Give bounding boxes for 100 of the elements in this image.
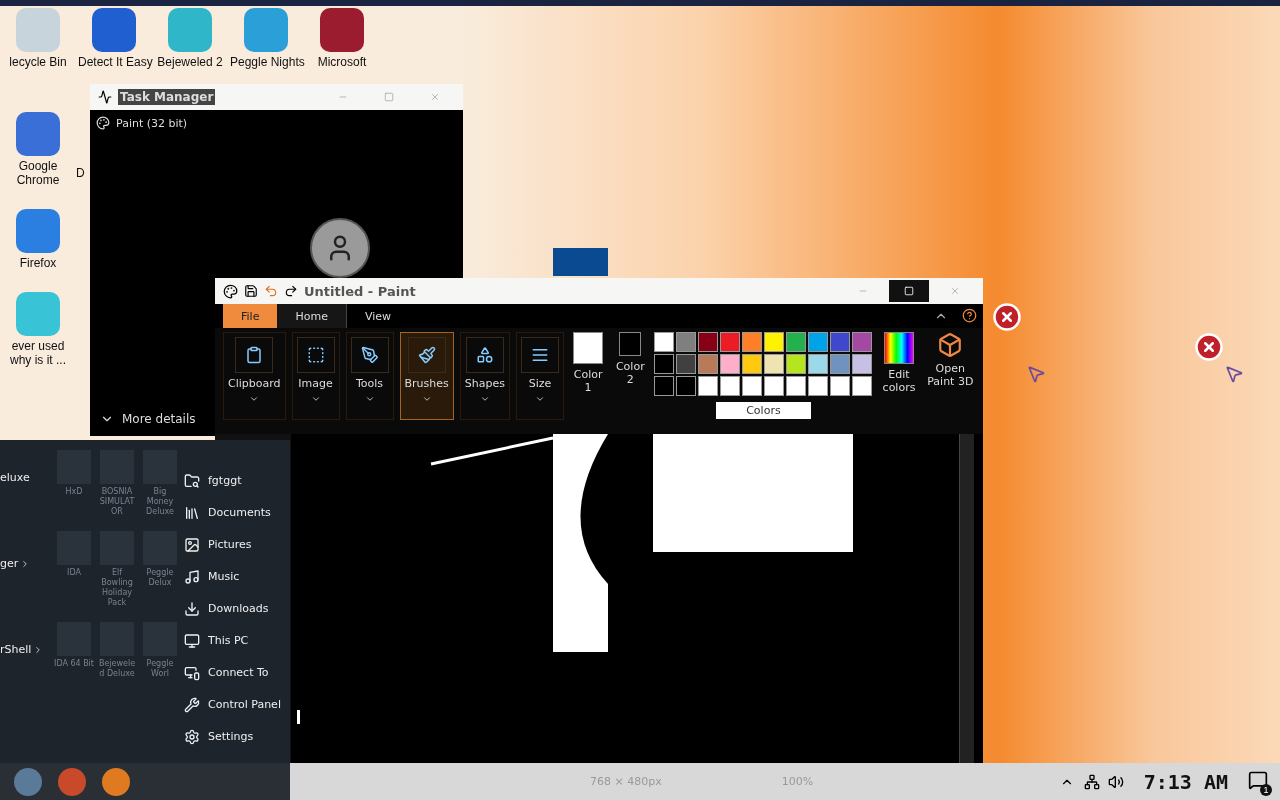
start-place-link[interactable]: Documents [184, 502, 281, 523]
start-place-link[interactable]: Pictures [184, 534, 281, 555]
desktop-shortcut[interactable]: Microsoft [304, 8, 380, 69]
color-swatch[interactable] [720, 354, 741, 374]
color-swatch[interactable] [852, 354, 873, 374]
help-icon[interactable] [962, 308, 977, 323]
color-swatch[interactable] [764, 332, 785, 352]
color-swatch[interactable] [786, 376, 807, 396]
start-place-link[interactable]: Music [184, 566, 281, 587]
color-swatch[interactable] [720, 332, 741, 352]
ribbon-tool-button[interactable]: Image [291, 332, 340, 420]
edit-colors-button[interactable]: Edit colors [878, 332, 920, 394]
color-swatch[interactable] [808, 332, 829, 352]
color-swatch[interactable] [830, 354, 851, 374]
notifications-button[interactable]: 1 [1248, 770, 1268, 793]
start-place-link[interactable]: Downloads [184, 598, 281, 619]
color-swatch[interactable] [698, 332, 719, 352]
color-2-button[interactable]: Color 2 [612, 332, 649, 386]
window-title: Untitled - Paint [304, 283, 416, 299]
color-swatch[interactable] [764, 376, 785, 396]
color-swatch[interactable] [720, 376, 741, 396]
ribbon-tool-button[interactable]: Brushes [399, 332, 454, 420]
selection-icon [306, 346, 325, 364]
desktop-shortcut[interactable]: Google Chrome [0, 112, 76, 187]
process-row[interactable]: Paint (32 bit) [96, 116, 188, 130]
app-list-item[interactable]: ger [0, 557, 19, 571]
color-swatch[interactable] [852, 332, 873, 352]
color-swatch[interactable] [852, 376, 873, 396]
app-list-item[interactable]: rShell [0, 643, 32, 657]
ribbon-tool-button[interactable]: Tools [345, 332, 394, 420]
ribbon-tool-button[interactable]: Shapes [459, 332, 510, 420]
paint-3d-button[interactable]: Open Paint 3D [925, 332, 975, 388]
tile-label: Big Money Deluxe [145, 487, 175, 517]
volume-icon[interactable] [1107, 773, 1124, 790]
network-icon[interactable] [1083, 773, 1100, 790]
monitor-icon [184, 632, 200, 649]
close-icon [430, 92, 440, 102]
scrollbar[interactable] [959, 434, 974, 763]
ribbon-tool-button[interactable]: Clipboard [223, 332, 286, 420]
maximize-button[interactable] [889, 280, 929, 302]
caret-icon [364, 394, 375, 404]
palette-icon [223, 283, 238, 299]
caret-icon [421, 394, 432, 404]
color-swatch[interactable] [698, 354, 719, 374]
maximize-icon [384, 92, 394, 102]
desktop-shortcut[interactable]: Firefox [0, 209, 76, 270]
start-place-link[interactable]: This PC [184, 630, 281, 651]
shapes-icon [475, 346, 494, 364]
color-swatch[interactable] [742, 376, 763, 396]
close-icon [950, 286, 960, 296]
desktop-shortcut[interactable]: Peggle Nights [228, 8, 304, 69]
desktop-shortcut[interactable]: Detect It Easy [76, 8, 152, 69]
color-swatch[interactable] [786, 354, 807, 374]
color-swatch[interactable] [676, 354, 697, 374]
tile-label: Bejeweled Deluxe [97, 659, 137, 679]
desktop-shortcut[interactable]: Bejeweled 2 [152, 8, 228, 69]
ribbon-tab[interactable]: File [223, 304, 278, 328]
color-swatch[interactable] [808, 354, 829, 374]
error-icon [992, 302, 1022, 332]
shortcut-label: Firefox [19, 256, 57, 270]
color-1-button[interactable]: Color 1 [570, 332, 607, 394]
app-list-item[interactable]: eluxe [0, 471, 30, 485]
color-swatch[interactable] [830, 376, 851, 396]
tile-label: IDA 64 Bit [54, 659, 94, 669]
picture-icon [184, 536, 200, 553]
start-place-link[interactable]: Connect To [184, 662, 281, 683]
app-icon[interactable] [58, 767, 86, 796]
color-swatch[interactable] [654, 354, 675, 374]
ribbon-tool-button[interactable]: Size [516, 332, 564, 420]
window-title: Task Manager [118, 89, 216, 105]
music-note-icon [184, 568, 200, 585]
color-swatch[interactable] [808, 376, 829, 396]
shortcut-label: Google Chrome [15, 159, 61, 187]
color-swatch[interactable] [786, 332, 807, 352]
color-swatch[interactable] [676, 376, 697, 396]
app-icon[interactable] [102, 767, 130, 796]
color-swatch[interactable] [742, 354, 763, 374]
start-orb-icon[interactable] [14, 767, 42, 796]
save-icon[interactable] [244, 284, 258, 298]
undo-icon[interactable] [264, 284, 278, 298]
error-icon [1194, 332, 1224, 362]
redo-icon[interactable] [284, 284, 298, 298]
color-swatch[interactable] [742, 332, 763, 352]
color-swatch[interactable] [698, 376, 719, 396]
start-place-link[interactable]: Control Panel [184, 694, 281, 715]
tile-label: IDA [66, 568, 82, 578]
maximize-icon [904, 286, 914, 296]
start-place-link[interactable]: fgtggt [184, 470, 281, 491]
color-swatch[interactable] [654, 376, 675, 396]
color-swatch[interactable] [676, 332, 697, 352]
clock[interactable]: 7:13 AM [1143, 769, 1228, 794]
start-place-link[interactable]: Settings [184, 726, 281, 747]
ribbon-tab[interactable]: Home [277, 304, 347, 328]
tile-label: BOSNIA SIMULATOR [98, 487, 136, 517]
caret-icon [479, 394, 490, 404]
color-swatch[interactable] [764, 354, 785, 374]
color-swatch[interactable] [830, 332, 851, 352]
desktop-shortcut[interactable]: ever used why is it ... [0, 292, 76, 367]
color-swatch[interactable] [654, 332, 675, 352]
desktop-shortcut[interactable]: lecycle Bin [0, 8, 76, 69]
